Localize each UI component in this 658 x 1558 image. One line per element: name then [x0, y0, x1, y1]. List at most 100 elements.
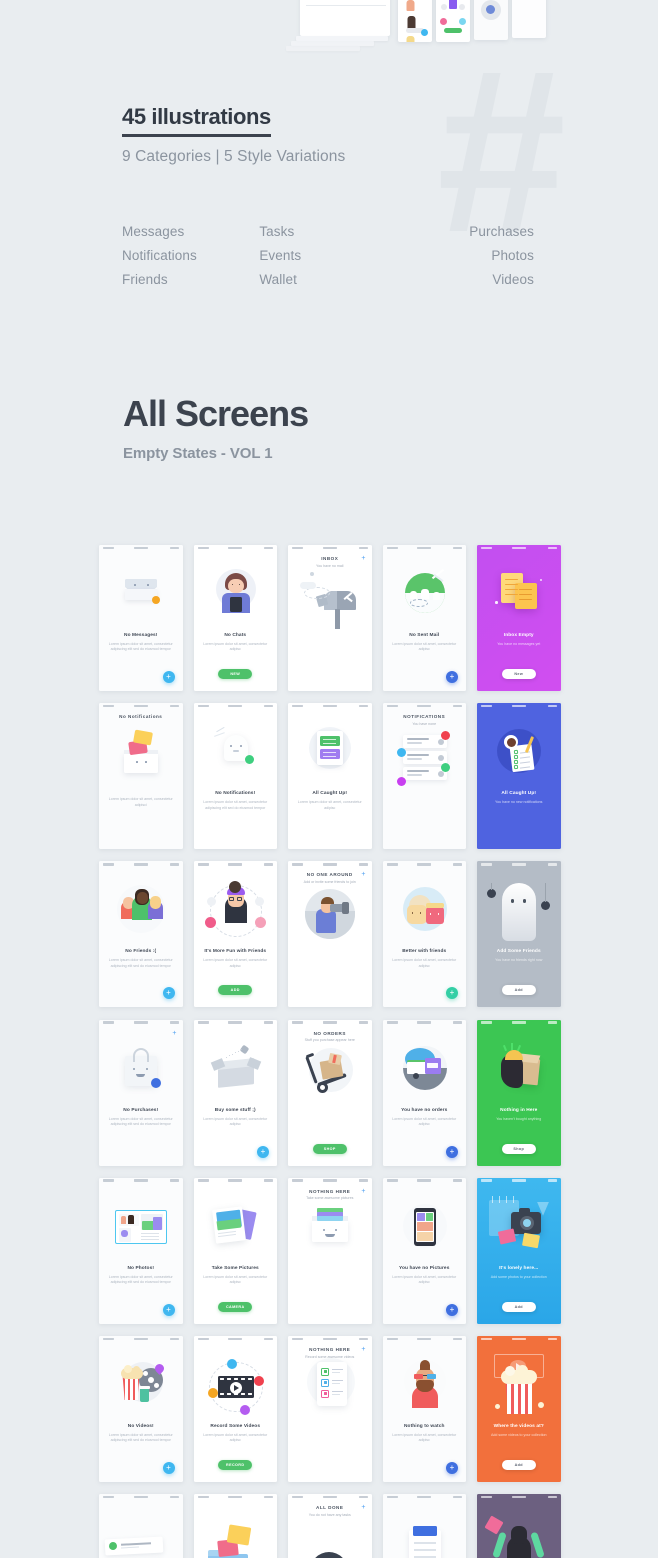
status-battery-icon — [264, 1021, 273, 1024]
floating-action-button[interactable]: + — [162, 1303, 175, 1316]
screen-card-no-orders[interactable]: NO ORDERS Stuff you purchase appear here S… — [288, 1019, 372, 1166]
status-bar — [99, 1020, 183, 1026]
illustration-photo-frame — [99, 1200, 183, 1262]
screen-body-text: Lorem ipsum dolor sit amet, consectetur … — [392, 958, 457, 968]
preview-card-friends[interactable] — [398, 0, 432, 42]
screen-card-notifications-list[interactable]: NOTIFICATIONS You have none — [382, 703, 466, 850]
category-item-events[interactable]: Events — [259, 244, 396, 268]
screen-card-no-videos[interactable]: No Videos! Lorem ipsum dolor sit amet, co… — [99, 1335, 183, 1482]
status-carrier — [386, 1021, 398, 1024]
screen-card-you-have-no-orders[interactable]: You have no orders Lorem ipsum dolor sit … — [382, 1019, 466, 1166]
screen-card-take-some-pictures[interactable]: Take Some Pictures Lorem ipsum dolor sit … — [193, 1177, 277, 1324]
screen-card-more-fun-with-friends[interactable]: It's More Fun with Friends Lorem ipsum do… — [193, 861, 278, 1008]
status-bar — [194, 703, 278, 709]
screen-card-no-notifications-bell[interactable]: No Notifications! Lorem ipsum dolor sit a… — [193, 703, 278, 850]
screen-card-no-notifications-box[interactable]: No Notifications Lorem ipsum dolor sit am… — [99, 703, 183, 850]
screen-action-button[interactable]: CAMERA — [218, 1301, 253, 1312]
screen-card-all-caught-up-blue[interactable]: All Caught Up! You have no new notificati… — [477, 703, 561, 850]
screen-action-button[interactable]: Shop — [501, 1143, 536, 1154]
screen-card-where-the-videos-at-orange[interactable]: Where the videos at? Add some videos to y… — [477, 1335, 561, 1482]
screen-card-all-caught-up-cards[interactable]: All Caught Up! Lorem ipsum dolor sit amet… — [288, 703, 372, 850]
screen-body-text: Lorem ipsum dolor sit amet, consectetur … — [392, 1116, 457, 1126]
screen-action-button[interactable]: SHOP — [312, 1143, 347, 1154]
screen-body-text: Lorem ipsum dolor sit amet, consectetur … — [203, 1432, 268, 1443]
illustration-big-ghost — [477, 883, 561, 945]
screen-card-nothing-here-videos[interactable]: NOTHING HERE Record some awesome videos + — [288, 1335, 372, 1482]
status-clock — [417, 704, 432, 708]
screen-action-button[interactable]: Add — [501, 1301, 536, 1312]
status-carrier — [103, 1021, 114, 1024]
category-item-wallet[interactable]: Wallet — [259, 268, 396, 292]
screen-card-inbox-empty-purple[interactable]: Inbox Empty You have no messages yet New — [477, 545, 561, 691]
category-item-purchases[interactable]: Purchases — [397, 220, 534, 244]
screen-card-folder-notes-partial[interactable] — [193, 1494, 277, 1558]
screen-card-no-chats[interactable]: No Chats Lorem ipsum dolor sit amet, cons… — [193, 545, 277, 691]
floating-action-button[interactable]: + — [446, 1145, 458, 1158]
screen-card-no-friends[interactable]: No Friends :(Lorem ipsum dolor sit amet,… — [99, 861, 183, 1008]
status-clock — [322, 862, 337, 866]
screen-card-no-sent-mail[interactable]: No Sent Mail Lorem ipsum dolor sit amet, … — [382, 545, 466, 691]
screen-action-button[interactable]: Add — [501, 1459, 536, 1470]
status-bar — [477, 545, 561, 551]
screen-card-no-messages[interactable]: No Messages! Lorem ipsum dolor sit amet, … — [99, 545, 183, 691]
screen-card-celebration-purple[interactable] — [477, 1494, 561, 1558]
add-plus-icon[interactable]: + — [172, 1030, 176, 1037]
category-item-notifications[interactable]: Notifications — [122, 244, 259, 268]
status-bar — [383, 1494, 467, 1500]
status-clock — [417, 1495, 432, 1499]
screen-card-no-photos[interactable]: No Photos! Lorem ipsum dolor sit amet, co… — [99, 1177, 183, 1324]
screen-card-you-have-no-pictures[interactable]: You have no Pictures Lorem ipsum dolor si… — [382, 1177, 467, 1324]
status-battery-icon — [264, 1179, 273, 1182]
illustration-sleeping — [288, 1516, 372, 1558]
add-plus-icon[interactable]: + — [361, 555, 365, 562]
screen-card-no-one-around[interactable]: NO ONE AROUND Add or invite some friends … — [288, 861, 372, 1008]
screen-card-nothing-here-photos[interactable]: NOTHING HERE Take some awesome pictures + — [288, 1177, 372, 1324]
status-carrier — [197, 1337, 209, 1341]
category-item-photos[interactable]: Photos — [397, 244, 534, 268]
status-carrier — [292, 704, 303, 708]
floating-action-button[interactable]: + — [257, 1145, 269, 1158]
screen-action-button[interactable]: Add — [501, 985, 536, 996]
add-plus-icon[interactable]: + — [361, 1504, 365, 1511]
status-bar — [383, 1178, 467, 1184]
add-plus-icon[interactable]: + — [361, 1188, 365, 1195]
screen-header-title: NO ORDERS — [313, 1030, 346, 1036]
screen-action-button[interactable]: New — [501, 669, 536, 679]
screen-card-record-some-videos[interactable]: Record Some Videos Lorem ipsum dolor sit … — [193, 1335, 277, 1482]
screen-card-inbox-no-mail[interactable]: INBOX You have no mail + — [288, 545, 372, 691]
category-item-videos[interactable]: Videos — [397, 268, 534, 292]
floating-action-button[interactable]: + — [162, 1461, 175, 1474]
floating-action-button[interactable]: + — [446, 1461, 458, 1474]
screen-card-its-lonely-here-blue[interactable]: It's lonely here... Add some photos to yo… — [477, 1177, 561, 1324]
screen-title: You have no orders — [401, 1107, 448, 1113]
screen-card-buy-some-stuff[interactable]: Buy some stuff ;) Lorem ipsum dolor sit a… — [193, 1019, 277, 1166]
add-plus-icon[interactable]: + — [361, 1346, 365, 1353]
screen-action-button[interactable]: RECORD — [218, 1459, 253, 1470]
status-clock — [322, 546, 337, 550]
screen-body-text: Add some photos to your collection — [490, 1274, 547, 1279]
screen-card-nothing-to-do[interactable]: Nothing to do — [382, 1494, 467, 1558]
status-bar — [194, 861, 278, 867]
category-item-friends[interactable]: Friends — [122, 268, 259, 292]
screen-card-nothing-in-here-green[interactable]: Nothing in Here You haven't bought anythi… — [477, 1019, 561, 1166]
floating-action-button[interactable]: + — [446, 987, 458, 1000]
screen-body-text: Lorem ipsum dolor sit amet, consectetur … — [203, 1274, 268, 1285]
screen-card-nothing-to-watch[interactable]: Nothing to watch Lorem ipsum dolor sit am… — [382, 1335, 466, 1482]
screen-action-button[interactable]: ADD — [218, 985, 253, 996]
add-plus-icon[interactable]: + — [361, 871, 365, 878]
floating-action-button[interactable]: + — [162, 671, 175, 683]
status-carrier — [481, 862, 492, 866]
floating-action-button[interactable]: + — [162, 987, 175, 1000]
status-clock — [511, 1021, 526, 1024]
screen-card-all-done[interactable]: ALL DONE You do not have any tasks + — [288, 1494, 372, 1558]
screen-card-better-with-friends[interactable]: Better with friends Lorem ipsum dolor sit… — [382, 861, 466, 1008]
floating-action-button[interactable]: + — [446, 1303, 458, 1316]
floating-action-button[interactable]: + — [446, 671, 458, 683]
category-item-messages[interactable]: Messages — [122, 220, 259, 244]
screen-card-add-some-friends-ghost[interactable]: Add Some Friends You have no friends righ… — [477, 861, 561, 1008]
screen-action-button[interactable]: NEW — [218, 669, 253, 679]
status-clock — [511, 1337, 526, 1341]
screen-card-task-list-partial[interactable] — [99, 1494, 183, 1558]
category-item-tasks[interactable]: Tasks — [259, 220, 396, 244]
screen-card-no-purchases[interactable]: + No Purchases! Lorem ipsum dolor sit amet… — [99, 1019, 183, 1166]
